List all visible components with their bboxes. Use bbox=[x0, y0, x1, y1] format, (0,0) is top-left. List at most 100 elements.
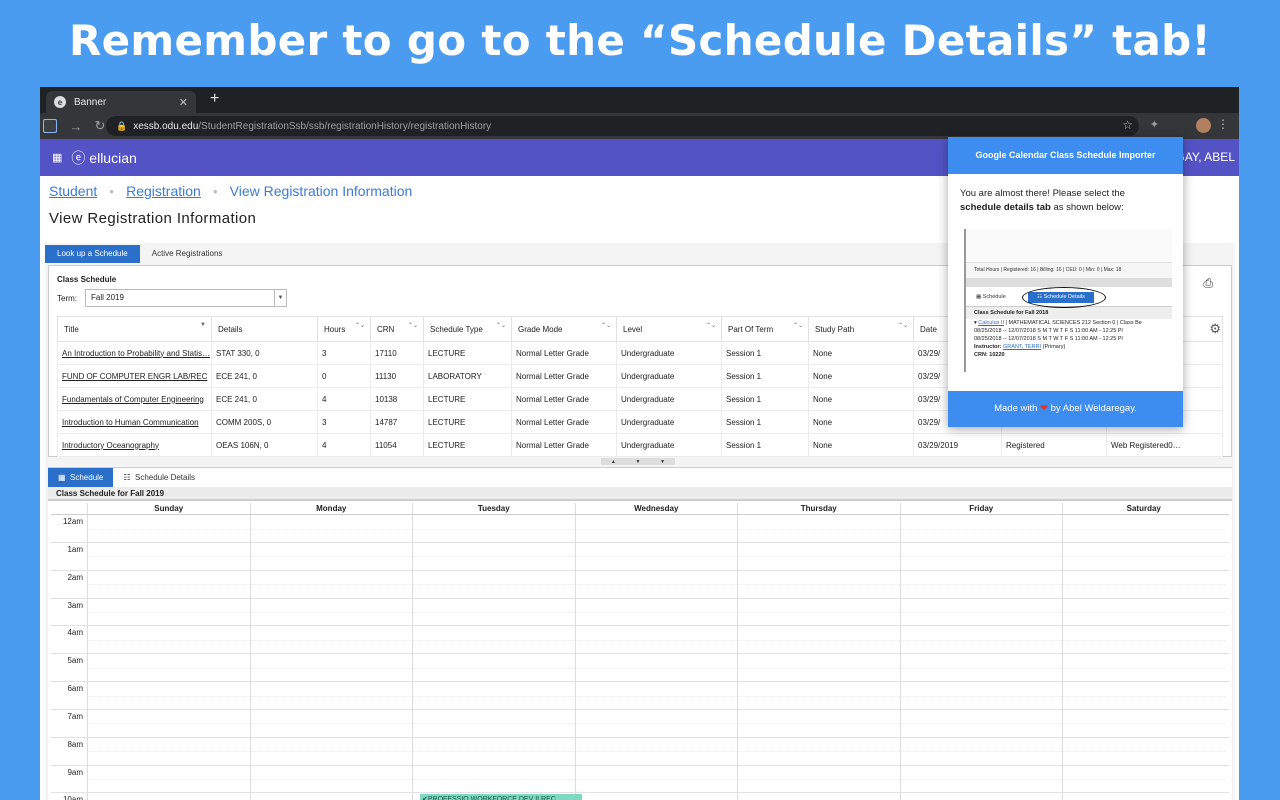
col-hours[interactable]: Hours ⌃⌄ bbox=[317, 316, 371, 342]
course-title-link[interactable]: FUND OF COMPUTER ENGR LAB/REC bbox=[57, 364, 212, 388]
col-crn[interactable]: CRN ⌃⌄ bbox=[370, 316, 424, 342]
chevron-down-icon[interactable]: ▼ bbox=[274, 290, 286, 306]
day-cell bbox=[87, 709, 250, 737]
close-tab-icon[interactable]: ✕ bbox=[179, 96, 188, 109]
day-cell bbox=[249, 542, 413, 570]
ellucian-logo: ⓔ ellucian bbox=[71, 149, 137, 166]
hour-label: 1am bbox=[67, 544, 83, 554]
sort-icon[interactable]: ⌃⌄ bbox=[706, 322, 716, 329]
day-header-row: Sunday Monday Tuesday Wednesday Thursday… bbox=[51, 503, 1229, 515]
popup-example-screenshot: Total Hours | Registered: 16 | Billing: … bbox=[964, 229, 1172, 372]
day-cell bbox=[899, 654, 1063, 682]
calendar-extension-icon[interactable] bbox=[43, 119, 57, 133]
arrow-up-icon[interactable]: ▲ bbox=[611, 459, 616, 465]
gear-icon[interactable]: ⚙ bbox=[1209, 321, 1221, 337]
cell-level: Undergraduate bbox=[616, 364, 722, 388]
term-label: Term: bbox=[57, 294, 77, 303]
cell-path: None bbox=[808, 433, 914, 457]
col-title[interactable]: Title ▼ bbox=[57, 316, 212, 342]
course-title-link[interactable]: An Introduction to Probability and Stati… bbox=[57, 341, 212, 365]
cell-path: None bbox=[808, 364, 914, 388]
forward-icon[interactable]: → bbox=[64, 119, 88, 134]
sort-icon[interactable]: ⌃⌄ bbox=[793, 322, 803, 329]
course-title-link[interactable]: Introductory Oceanography bbox=[57, 433, 212, 457]
tab-schedule-label: Schedule bbox=[70, 473, 104, 482]
col-grade-mode[interactable]: Grade Mode ⌃⌄ bbox=[511, 316, 617, 342]
extension-puzzle-icon[interactable]: ✦ bbox=[1150, 118, 1159, 131]
cell-part: Session 1 bbox=[721, 364, 809, 388]
hour-row: 9am bbox=[51, 765, 1229, 794]
day-header: Thursday bbox=[737, 503, 900, 514]
day-cell bbox=[737, 737, 900, 765]
cell-hours: 4 bbox=[317, 387, 371, 411]
list-icon: ☷ bbox=[123, 473, 135, 482]
day-cell bbox=[249, 515, 413, 542]
hour-row: 4am bbox=[51, 626, 1229, 655]
col-study-path[interactable]: Study Path ⌃⌄ bbox=[808, 316, 914, 342]
sort-icon[interactable]: ⌃⌄ bbox=[496, 322, 506, 329]
breadcrumb-registration[interactable]: Registration bbox=[126, 183, 201, 199]
day-cell bbox=[737, 682, 900, 709]
profile-avatar[interactable] bbox=[1196, 118, 1211, 133]
col-schedule-type[interactable]: Schedule Type ⌃⌄ bbox=[423, 316, 512, 342]
panel-resize-controls[interactable]: ▲ ▼ ▼ bbox=[601, 458, 675, 465]
example-instructor: Instructor: GRANT, TERRI (Primary) bbox=[966, 343, 1172, 351]
hour-row: 12am bbox=[51, 515, 1229, 543]
tab-schedule-details[interactable]: ☷ Schedule Details bbox=[113, 468, 205, 487]
new-tab-icon[interactable]: + bbox=[210, 90, 219, 108]
print-icon[interactable]: ⎙ bbox=[1203, 276, 1213, 291]
sort-icon[interactable]: ⌃⌄ bbox=[898, 322, 908, 329]
day-cell bbox=[249, 709, 413, 737]
hour-label: 12am bbox=[62, 517, 83, 526]
sort-icon[interactable]: ⌃⌄ bbox=[408, 322, 418, 329]
course-title-link[interactable]: Fundamentals of Computer Engineering bbox=[57, 387, 212, 411]
tab-schedule[interactable]: ▦ Schedule bbox=[48, 468, 114, 487]
apps-grid-icon[interactable]: ▦ bbox=[52, 151, 62, 164]
tab-look-up-schedule[interactable]: Look up a Schedule bbox=[45, 245, 140, 263]
col-hours-label: Hours bbox=[324, 324, 346, 334]
cell-path: None bbox=[808, 341, 914, 365]
breadcrumb-separator-icon: ● bbox=[109, 186, 115, 196]
day-cell bbox=[87, 682, 250, 709]
weekly-schedule: Class Schedule for Fall 2019 Sunday Mond… bbox=[48, 487, 1232, 800]
course-title-link[interactable]: Introduction to Human Communication bbox=[57, 410, 212, 434]
day-cell bbox=[899, 542, 1063, 570]
day-cell bbox=[574, 626, 738, 654]
chevron-down-icon[interactable]: ▼ bbox=[660, 459, 665, 465]
day-cell bbox=[249, 626, 413, 654]
bookmark-star-icon[interactable]: ☆ bbox=[1122, 118, 1133, 132]
day-cell bbox=[87, 654, 250, 682]
arrow-down-icon[interactable]: ▼ bbox=[636, 459, 641, 465]
day-cell bbox=[737, 598, 900, 626]
col-details[interactable]: Details bbox=[211, 316, 318, 342]
col-date-label: Date bbox=[920, 324, 937, 334]
sort-icon[interactable]: ⌃⌄ bbox=[355, 322, 365, 329]
calendar-event[interactable]: ✔PROFESSIO WORKFORCE DEV II REC bbox=[420, 794, 582, 800]
term-select[interactable]: Fall 2019 ▼ bbox=[85, 289, 287, 307]
col-grade-mode-label: Grade Mode bbox=[518, 324, 563, 334]
user-name[interactable]: GAY, ABEL bbox=[1175, 150, 1235, 164]
browser-tabstrip: e Banner ✕ + bbox=[40, 87, 1239, 113]
example-line-2: 08/25/2018 -- 12/07/2018 S M T W T F S 1… bbox=[974, 336, 1123, 342]
popup-title: Google Calendar Class Schedule Importer bbox=[948, 137, 1183, 174]
browser-tab[interactable]: e Banner ✕ bbox=[46, 91, 196, 113]
url-bar[interactable]: 🔒 xessb.odu.edu /StudentRegistrationSsb/… bbox=[106, 116, 1139, 136]
example-tabs: ▦ Schedule ☷ Schedule Details bbox=[966, 287, 1172, 308]
browser-menu-icon[interactable]: ⋮ bbox=[1217, 117, 1229, 131]
col-level[interactable]: Level ⌃⌄ bbox=[616, 316, 722, 342]
tab-active-registrations[interactable]: Active Registrations bbox=[140, 245, 235, 263]
popup-footer-pre: Made with bbox=[994, 403, 1041, 414]
breadcrumb-student[interactable]: Student bbox=[49, 183, 97, 199]
day-cell bbox=[412, 542, 575, 570]
day-cell bbox=[87, 626, 250, 654]
day-header: Saturday bbox=[1062, 503, 1225, 514]
example-course-rest: | MATHEMATICAL SCIENCES 212 Section 0 | … bbox=[1003, 320, 1142, 326]
example-top-area bbox=[966, 229, 1172, 263]
col-title-label: Title bbox=[64, 324, 79, 334]
col-part-of-term[interactable]: Part Of Term ⌃⌄ bbox=[721, 316, 809, 342]
sort-icon[interactable]: ⌃⌄ bbox=[601, 322, 611, 329]
day-cell bbox=[249, 765, 413, 793]
day-header: Monday bbox=[249, 503, 413, 514]
sort-icon[interactable]: ▼ bbox=[200, 322, 206, 328]
url-path: /StudentRegistrationSsb/ssb/registration… bbox=[198, 120, 492, 132]
